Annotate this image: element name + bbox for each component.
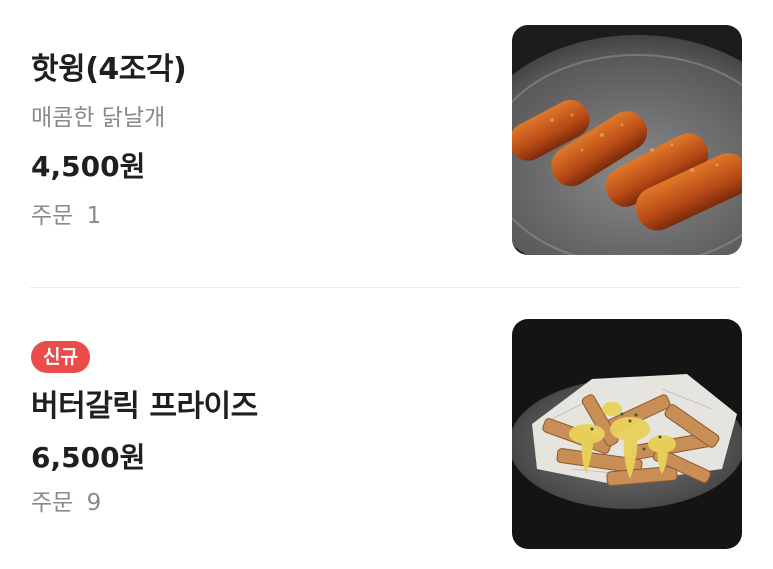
order-count-value: 1 bbox=[86, 203, 102, 229]
order-count-label: 주문 bbox=[31, 490, 74, 516]
menu-item-info: 핫윙(4조각) 매콤한 닭날개 4,500원 주문 1 bbox=[31, 50, 481, 232]
order-count-label: 주문 bbox=[31, 203, 74, 229]
item-divider bbox=[30, 287, 742, 288]
garlic-fries-photo[interactable] bbox=[512, 319, 742, 549]
new-badge: 신규 bbox=[31, 341, 90, 373]
menu-item-name: 핫윙(4조각) bbox=[31, 52, 187, 87]
menu-item-butter-garlic-fries[interactable]: 신규 버터갈릭 프라이즈 6,500원 주문 9 bbox=[0, 289, 773, 569]
garlic-fries-image bbox=[512, 319, 742, 549]
menu-item-price: 4,500원 bbox=[31, 150, 146, 183]
menu-item-hot-wings[interactable]: 핫윙(4조각) 매콤한 닭날개 4,500원 주문 1 bbox=[0, 0, 773, 288]
menu-item-info: 신규 버터갈릭 프라이즈 6,500원 주문 9 bbox=[31, 341, 481, 519]
menu-item-order-count: 주문 9 bbox=[31, 487, 481, 519]
chicken-wings-image bbox=[512, 25, 742, 255]
chicken-wings-photo[interactable] bbox=[512, 25, 742, 255]
menu-list: 핫윙(4조각) 매콤한 닭날개 4,500원 주문 1 신규 버터갈릭 프라이즈… bbox=[0, 0, 773, 569]
menu-item-description: 매콤한 닭날개 bbox=[31, 105, 166, 131]
menu-item-name: 버터갈릭 프라이즈 bbox=[31, 389, 258, 424]
menu-item-price: 6,500원 bbox=[31, 441, 146, 474]
menu-item-order-count: 주문 1 bbox=[31, 200, 481, 232]
order-count-value: 9 bbox=[86, 490, 102, 516]
